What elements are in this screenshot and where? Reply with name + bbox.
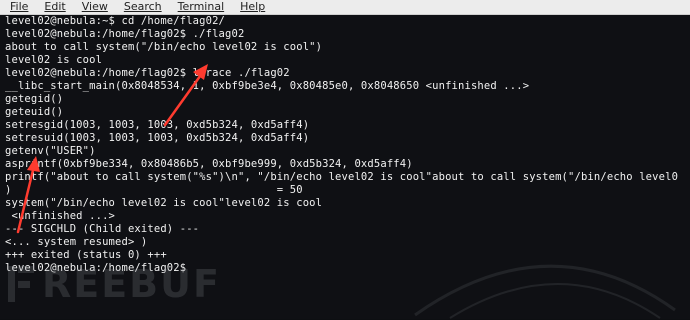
menu-view[interactable]: View (82, 0, 108, 14)
terminal-line: printf("about to call system("%s")\n", "… (5, 171, 679, 183)
menu-edit[interactable]: Edit (44, 0, 65, 14)
menu-help[interactable]: Help (240, 0, 265, 14)
menu-terminal[interactable]: Terminal (178, 0, 225, 14)
menu-file[interactable]: File (10, 0, 28, 14)
terminal-line: level02@nebula:/home/flag02$ ltrace ./fl… (5, 67, 290, 79)
terminal-line: setresgid(1003, 1003, 1003, 0xd5b324, 0x… (5, 119, 310, 131)
menu-search[interactable]: Search (124, 0, 162, 14)
menu-bar: File Edit View Search Terminal Help (0, 0, 690, 15)
freebuf-watermark: REEBUF (6, 262, 221, 306)
terminal-line: level02@nebula:~$ cd /home/flag02/ (5, 15, 226, 27)
terminal-line: getegid() (5, 93, 64, 105)
terminal-line: <unfinished ...> (5, 210, 116, 222)
terminal-line: level02 is cool (5, 54, 103, 66)
freebuf-logo-icon (8, 266, 34, 302)
terminal-line: about to call system("/bin/echo level02 … (5, 41, 323, 53)
terminal-line: +++ exited (status 0) +++ (5, 249, 167, 261)
terminal-line: geteuid() (5, 106, 64, 118)
terminal-line: level02@nebula:/home/flag02$ ./flag02 (5, 28, 245, 40)
terminal-line: asprintf(0xbf9be334, 0x80486b5, 0xbf9be9… (5, 158, 413, 170)
terminal-line: __libc_start_main(0x8048534, 1, 0xbf9be3… (5, 80, 530, 92)
terminal-line: <... system resumed> ) (5, 236, 148, 248)
watermark-arc-icon (414, 264, 676, 319)
terminal-line: ) = 50 (5, 184, 303, 196)
terminal-line: getenv("USER") (5, 145, 96, 157)
watermark-text: REEBUF (42, 262, 221, 306)
terminal-line: system("/bin/echo level02 is cool"level0… (5, 197, 323, 209)
terminal-line: --- SIGCHLD (Child exited) --- (5, 223, 200, 235)
terminal-line: setresuid(1003, 1003, 1003, 0xd5b324, 0x… (5, 132, 310, 144)
